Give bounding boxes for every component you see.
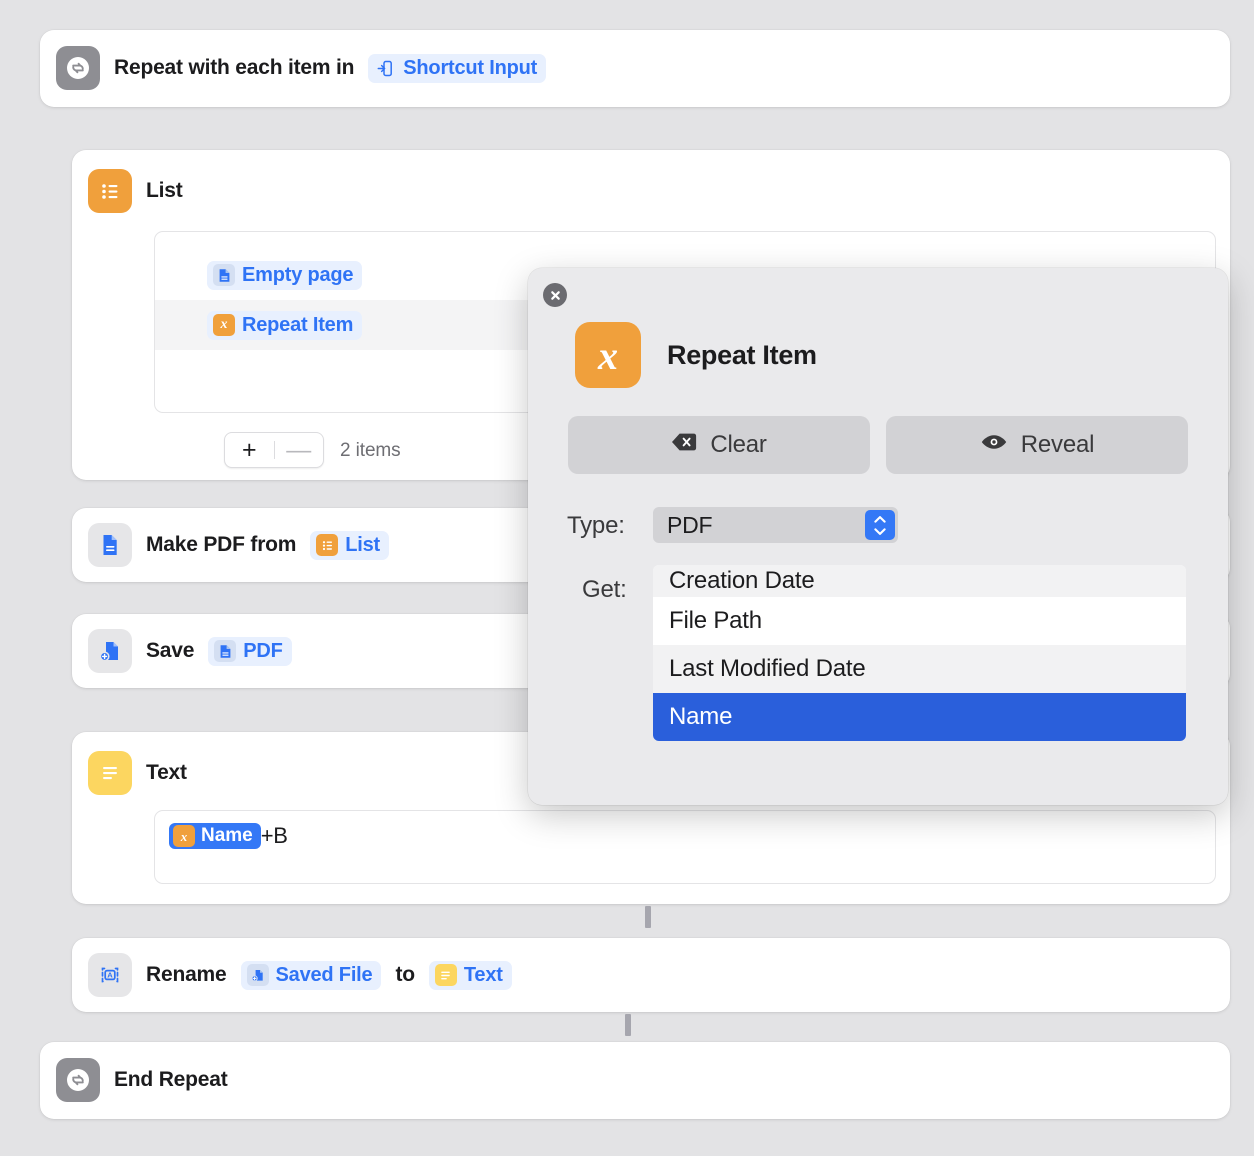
popover-header: x Repeat Item [575, 322, 817, 388]
rename-header: A Rename Saved File to Text [88, 953, 1230, 997]
clear-button[interactable]: Clear [568, 416, 870, 474]
action-card-rename[interactable]: A Rename Saved File to Text [72, 938, 1230, 1012]
token-list[interactable]: List [310, 530, 390, 560]
repeat-end-label: End Repeat [114, 1068, 228, 1091]
token-empty-page-label: Empty page [242, 263, 354, 286]
shortcut-input-icon [374, 57, 396, 79]
magic-variable-icon: x [173, 825, 195, 847]
text-input-field[interactable]: x Name +B [154, 810, 1216, 884]
get-field-label: Get: [582, 576, 627, 603]
get-option-creation-date[interactable]: Creation Date [653, 565, 1186, 597]
text-lines-icon [434, 964, 457, 986]
token-text[interactable]: Text [428, 960, 512, 990]
eye-icon [980, 431, 1008, 459]
text-trailing-text: +B [260, 823, 288, 848]
list-header: List [88, 169, 1230, 213]
list-icon [88, 169, 132, 213]
save-file-icon [246, 964, 269, 986]
repeat-icon [56, 1058, 100, 1102]
list-items-count: 2 items [340, 440, 401, 461]
token-text-label: Text [463, 963, 503, 986]
get-option-file-path[interactable]: File Path [653, 597, 1186, 645]
token-saved-file-label: Saved File [275, 963, 373, 986]
rename-icon: A [88, 953, 132, 997]
rename-connector-word: to [395, 963, 415, 986]
popover-title: Repeat Item [667, 339, 817, 370]
list-add-remove-stepper[interactable]: + — [224, 432, 324, 468]
token-saved-file[interactable]: Saved File [240, 960, 382, 990]
token-pdf-label: PDF [243, 639, 283, 662]
repeat-end-header: End Repeat [56, 1058, 1230, 1102]
remove-item-button[interactable]: — [275, 437, 324, 463]
repeat-icon [56, 46, 100, 90]
token-list-label: List [345, 533, 381, 556]
type-select[interactable]: PDF [653, 507, 898, 543]
card-connector [625, 1014, 631, 1036]
text-lines-icon [88, 751, 132, 795]
rename-label: Rename [146, 963, 227, 986]
token-shortcut-input-label: Shortcut Input [403, 56, 538, 79]
repeat-item-popover: x Repeat Item Clear Reveal Type: PDF Get… [528, 268, 1228, 805]
token-empty-page[interactable]: Empty page [207, 260, 363, 290]
clear-button-label: Clear [710, 431, 767, 458]
get-options-list[interactable]: Creation Date File Path Last Modified Da… [653, 565, 1186, 741]
action-card-repeat-start[interactable]: Repeat with each item in Shortcut Input [40, 30, 1230, 107]
reveal-button-label: Reveal [1020, 431, 1095, 458]
get-option-name[interactable]: Name [653, 693, 1186, 741]
pdf-document-icon [88, 523, 132, 567]
action-card-repeat-end[interactable]: End Repeat [40, 1042, 1230, 1119]
magic-variable-icon: x [575, 322, 641, 388]
token-repeat-item-label: Repeat Item [242, 313, 354, 336]
magic-variable-icon: x [213, 314, 235, 336]
repeat-start-header: Repeat with each item in Shortcut Input [56, 46, 1230, 90]
svg-text:A: A [107, 971, 113, 980]
text-label: Text [146, 761, 187, 784]
close-icon[interactable] [543, 283, 567, 307]
document-icon [214, 640, 237, 662]
repeat-start-label: Repeat with each item in [114, 56, 355, 79]
make-pdf-label: Make PDF from [146, 533, 297, 556]
selected-token-name[interactable]: x Name [169, 823, 261, 849]
type-field-label: Type: [567, 512, 625, 539]
magic-variable-glyph: x [598, 332, 618, 378]
list-label: List [146, 179, 183, 202]
type-select-value: PDF [667, 511, 713, 538]
save-file-icon [88, 629, 132, 673]
add-item-button[interactable]: + [225, 437, 274, 463]
chevron-up-down-icon[interactable] [865, 510, 895, 540]
token-repeat-item[interactable]: x Repeat Item [207, 310, 363, 340]
token-shortcut-input[interactable]: Shortcut Input [368, 53, 547, 83]
save-label: Save [146, 639, 195, 662]
selected-token-name-label: Name [201, 825, 253, 846]
reveal-button[interactable]: Reveal [886, 416, 1188, 474]
delete-backward-icon [671, 431, 697, 459]
token-pdf[interactable]: PDF [208, 636, 292, 666]
document-icon [213, 264, 235, 286]
get-option-last-modified-date[interactable]: Last Modified Date [653, 645, 1186, 693]
card-connector [645, 906, 651, 928]
list-icon [316, 534, 339, 556]
